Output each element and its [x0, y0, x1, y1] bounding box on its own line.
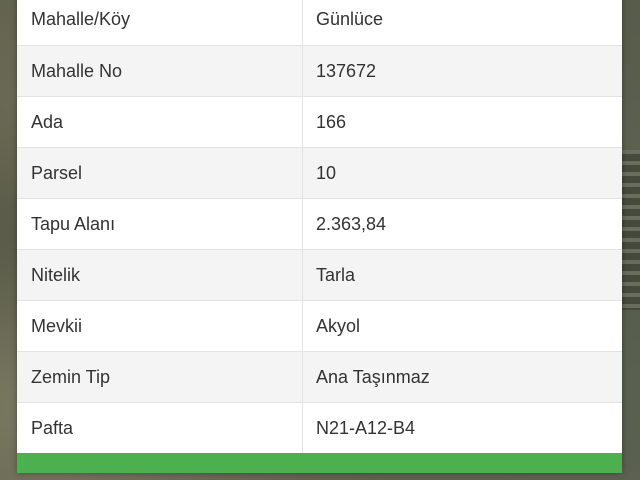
table-row: Mevkii Akyol	[17, 300, 622, 351]
row-label: Mevkii	[17, 301, 303, 351]
row-value: 137672	[316, 60, 377, 81]
row-value: 10	[316, 162, 337, 183]
row-label: Mahalle/Köy	[17, 0, 303, 45]
row-value: 166	[316, 111, 347, 132]
row-label: Mahalle No	[17, 46, 303, 96]
table-row: Parsel 10	[17, 147, 622, 198]
table-row: Ada 166	[17, 96, 622, 147]
action-button-bar[interactable]	[17, 453, 622, 473]
row-label: Zemin Tip	[17, 352, 303, 402]
row-value: Günlüce	[316, 8, 384, 29]
row-value: Ana Taşınmaz	[316, 366, 430, 387]
table-row: Zemin Tip Ana Taşınmaz	[17, 351, 622, 402]
row-label: Pafta	[17, 403, 303, 453]
row-value: N21-A12-B4	[316, 417, 416, 438]
table-row: Mahalle No 137672	[17, 45, 622, 96]
table-row: Nitelik Tarla	[17, 249, 622, 300]
table-row: Tapu Alanı 2.363,84	[17, 198, 622, 249]
row-label: Nitelik	[17, 250, 303, 300]
row-label: Tapu Alanı	[17, 199, 303, 249]
row-value: Akyol	[316, 315, 361, 336]
row-label: Parsel	[17, 148, 303, 198]
row-value: Tarla	[316, 264, 356, 285]
row-label: Ada	[17, 97, 303, 147]
row-value: 2.363,84	[316, 213, 387, 234]
table-row: Mahalle/Köy Günlüce	[17, 0, 622, 45]
table-row: Pafta N21-A12-B4	[17, 402, 622, 453]
parcel-info-panel: Mahalle/Köy Günlüce Mahalle No 137672 Ad…	[17, 0, 622, 473]
